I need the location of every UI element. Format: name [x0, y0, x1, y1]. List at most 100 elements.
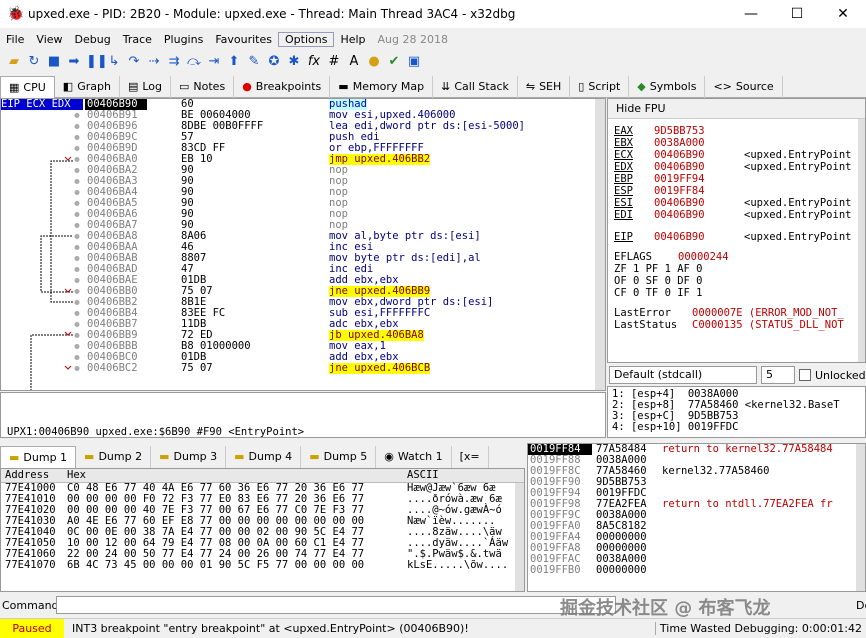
- register-row[interactable]: ECX 00406B90 <upxed.EntryPoint: [608, 149, 865, 161]
- registers-pane[interactable]: Hide FPU EAX 9D5BB753 EBX 0038A000 ECX 00406B…: [607, 98, 866, 363]
- dump-scrollbar[interactable]: [515, 483, 524, 591]
- step-into-icon[interactable]: ↳: [106, 54, 122, 70]
- tab-watch-1[interactable]: ◉ Watch 1: [376, 446, 452, 468]
- tab-graph[interactable]: ◧ Graph: [55, 76, 120, 98]
- menu-file[interactable]: File: [0, 33, 30, 46]
- tab-memory-map[interactable]: ▬ Memory Map: [330, 76, 434, 98]
- breakpoint-marker[interactable]: [74, 267, 80, 272]
- tab-dump-3[interactable]: ▬ Dump 3: [151, 446, 227, 468]
- breakpoint-marker[interactable]: [74, 300, 80, 305]
- dump-hex-header[interactable]: Hex: [67, 470, 86, 481]
- tab-notes[interactable]: ▭ Notes: [171, 76, 235, 98]
- tab-locals[interactable]: [x=: [452, 446, 489, 468]
- tab-cpu[interactable]: ▦ CPU: [0, 76, 55, 98]
- dump-row[interactable]: 77E41070 6B 4C 73 45 00 00 00 01 90 5C F5…: [1, 560, 524, 571]
- highlight-icon[interactable]: ✱: [286, 54, 302, 70]
- tab-log[interactable]: ▤ Log: [120, 76, 171, 98]
- function-icon[interactable]: fx: [306, 54, 322, 70]
- tab-dump-5[interactable]: ▬ Dump 5: [301, 446, 377, 468]
- breakpoint-marker[interactable]: [74, 289, 80, 294]
- breakpoint-marker[interactable]: [74, 190, 80, 195]
- menu-view[interactable]: View: [30, 33, 68, 46]
- step-over-icon[interactable]: ↷: [126, 54, 142, 70]
- disassembly-row[interactable]: 00406BC2 75 07 jne upxed.406BCB: [85, 363, 605, 374]
- calling-convention-select[interactable]: Default (stdcall): [609, 366, 757, 384]
- breakpoint-marker[interactable]: [74, 245, 80, 250]
- breakpoint-marker[interactable]: [74, 146, 80, 151]
- bulb-icon[interactable]: ●: [366, 54, 382, 70]
- hide-fpu-toggle[interactable]: Hide FPU: [608, 99, 865, 119]
- stack-row[interactable]: 0019FFB0 00000000: [528, 565, 865, 576]
- animate-icon[interactable]: ⬆: [226, 54, 242, 70]
- patch-icon[interactable]: ✎: [246, 54, 262, 70]
- stack-pane[interactable]: 0019FF84 77A58484 return to kernel32.77A58…: [527, 443, 866, 592]
- register-value[interactable]: 00406B90: [654, 161, 744, 173]
- register-value[interactable]: 00406B90: [654, 209, 744, 221]
- disassembly-pane[interactable]: EIP ECX EDX 00406B90 60 pushad 00406B91 BE 0…: [0, 98, 606, 391]
- menu-trace[interactable]: Trace: [117, 33, 158, 46]
- menu-help[interactable]: Help: [334, 33, 371, 46]
- tab-dump-1[interactable]: ▬ Dump 1: [0, 446, 77, 468]
- pause-icon[interactable]: ❚❚: [86, 54, 108, 70]
- menu-options[interactable]: Options: [277, 31, 335, 47]
- menu-favourites[interactable]: Favourites: [209, 33, 278, 46]
- restart-icon[interactable]: ↻: [26, 54, 42, 70]
- tab-dump-2[interactable]: ▬ Dump 2: [76, 446, 152, 468]
- command-mode-select[interactable]: Default: [856, 599, 866, 612]
- breakpoint-marker[interactable]: [74, 322, 80, 327]
- maximize-button[interactable]: ☐: [774, 0, 820, 28]
- tab-seh[interactable]: ⇋ SEH: [518, 76, 571, 98]
- register-row[interactable]: EAX 9D5BB753: [608, 125, 865, 137]
- hash-icon[interactable]: #: [326, 54, 342, 70]
- tab-call-stack[interactable]: ⇊ Call Stack: [433, 76, 518, 98]
- breakpoint-marker[interactable]: [74, 124, 80, 129]
- close-debuggee-icon[interactable]: ■: [46, 54, 62, 70]
- breakpoint-marker[interactable]: [74, 234, 80, 239]
- breakpoint-marker[interactable]: [74, 366, 80, 371]
- close-button[interactable]: ✕: [820, 0, 866, 28]
- flags-row-2[interactable]: OF 0 SF 0 DF 0: [608, 275, 865, 287]
- tab-dump-4[interactable]: ▬ Dump 4: [226, 446, 302, 468]
- register-row[interactable]: EBP 0019FF94: [608, 173, 865, 185]
- command-input[interactable]: [56, 596, 616, 614]
- breakpoint-marker[interactable]: [74, 113, 80, 118]
- breakpoint-marker[interactable]: [74, 168, 80, 173]
- menu-plugins[interactable]: Plugins: [158, 33, 209, 46]
- minimize-button[interactable]: —: [728, 0, 774, 28]
- dump-ascii-header[interactable]: ASCII: [407, 470, 439, 481]
- run-to-user-icon[interactable]: ⤼: [186, 54, 202, 70]
- register-row[interactable]: EDX 00406B90 <upxed.EntryPoint: [608, 161, 865, 173]
- arg-count-spinner[interactable]: 5: [761, 366, 795, 384]
- breakpoint-marker[interactable]: [74, 223, 80, 228]
- register-row[interactable]: EDI 00406B90 <upxed.EntryPoint: [608, 209, 865, 221]
- breakpoint-marker[interactable]: [74, 311, 80, 316]
- breakpoint-marker[interactable]: [74, 355, 80, 360]
- tab-symbols[interactable]: ◆ Symbols: [629, 76, 706, 98]
- tab-script[interactable]: ▯ Script: [570, 76, 630, 98]
- breakpoint-marker[interactable]: [74, 344, 80, 349]
- open-icon[interactable]: ▰: [6, 54, 22, 70]
- register-row[interactable]: EBX 0038A000: [608, 137, 865, 149]
- flags-row-1[interactable]: ZF 1 PF 1 AF 0: [608, 263, 865, 275]
- register-value[interactable]: 0038A000: [654, 137, 744, 149]
- unlocked-checkbox[interactable]: [799, 369, 811, 381]
- breakpoint-marker[interactable]: [74, 333, 80, 338]
- register-row[interactable]: EIP 00406B90 <upxed.EntryPoint: [608, 231, 865, 243]
- register-value[interactable]: 0019FF84: [654, 185, 744, 197]
- register-value[interactable]: 00406B90: [654, 197, 744, 209]
- trace-into-icon[interactable]: ⇢: [146, 54, 162, 70]
- run-icon[interactable]: ➡: [66, 54, 82, 70]
- disassembly-scrollbar[interactable]: [595, 99, 605, 390]
- breakpoint-marker[interactable]: [74, 135, 80, 140]
- hex-dump-pane[interactable]: Address Hex ASCII 77E41000 C0 48 E6 77 40…: [0, 468, 525, 592]
- breakpoint-marker[interactable]: [74, 179, 80, 184]
- check-icon[interactable]: ✔: [386, 54, 402, 70]
- register-row[interactable]: [608, 221, 865, 231]
- register-value[interactable]: 9D5BB753: [654, 125, 744, 137]
- register-value[interactable]: 00406B90: [654, 231, 744, 243]
- breakpoint-marker[interactable]: [74, 256, 80, 261]
- breakpoint-marker[interactable]: [74, 157, 80, 162]
- breakpoint-marker[interactable]: [74, 201, 80, 206]
- register-row[interactable]: ESI 00406B90 <upxed.EntryPoint: [608, 197, 865, 209]
- tab-source[interactable]: <> Source: [705, 76, 783, 98]
